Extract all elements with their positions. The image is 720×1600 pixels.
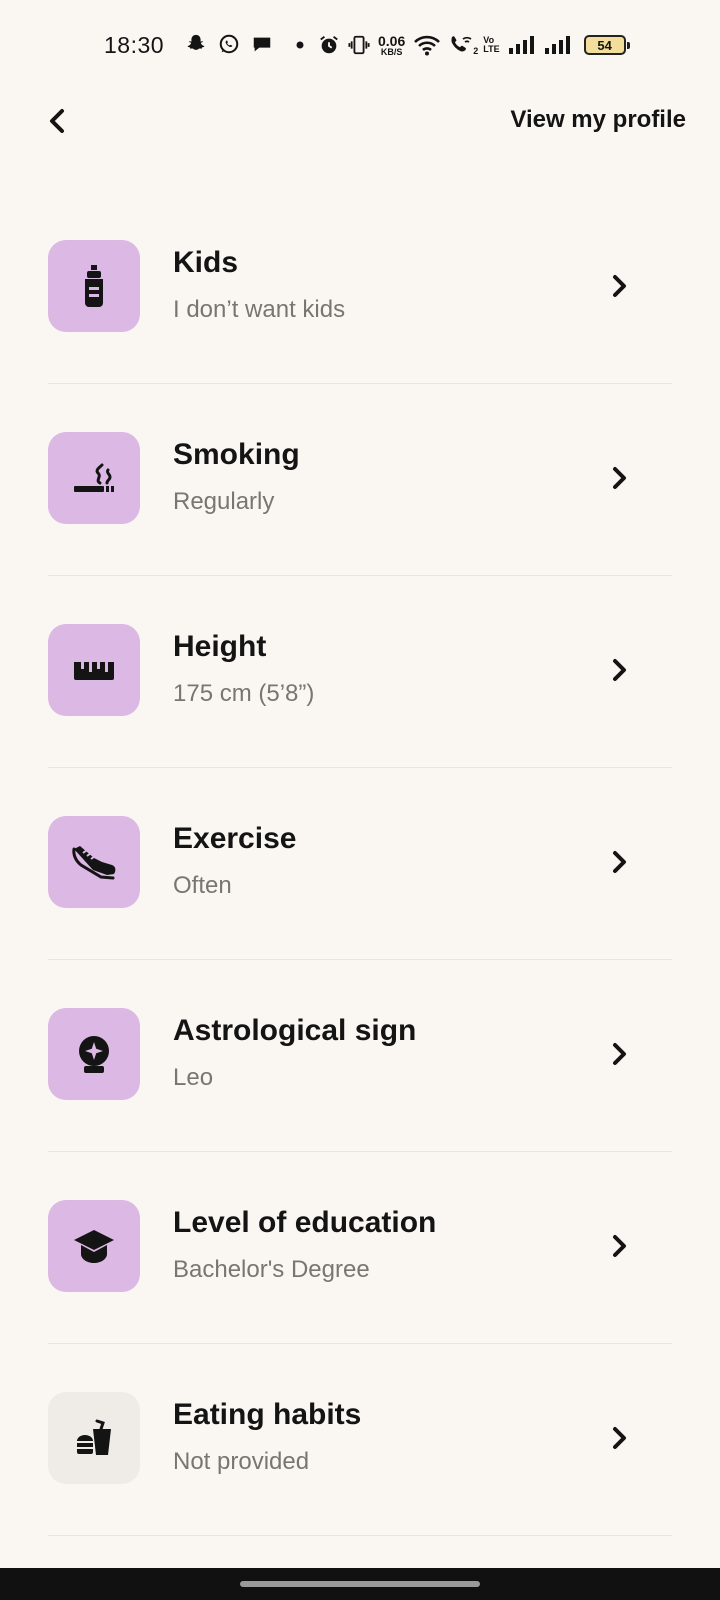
list-item-level-of-education[interactable]: Level of education Bachelor's Degree [48,1152,672,1344]
sim-badge: 2 [473,46,479,56]
list-item-smoking[interactable]: Smoking Regularly [48,384,672,576]
icon-tile [48,816,140,908]
item-title: Level of education [173,1206,437,1239]
status-left-icons [185,33,273,55]
screen: 18:30 0.06 KB/S 2 Vo LTE 54 View my prof… [0,0,720,1600]
status-bar: 18:30 0.06 KB/S 2 Vo LTE 54 [0,0,720,90]
item-title: Smoking [173,438,300,471]
item-title: Astrological sign [173,1014,417,1047]
item-title: Exercise [173,822,297,855]
alarm-icon [318,34,340,56]
home-indicator[interactable] [240,1581,480,1587]
header: View my profile [0,90,720,160]
item-value: Not provided [173,1448,310,1475]
vibrate-icon [348,34,370,56]
chevron-right-icon [608,848,632,876]
item-value: I don’t want kids [173,296,346,323]
signal-icon [508,35,536,55]
chevron-right-icon [608,1232,632,1260]
item-title: Kids [173,246,239,279]
item-title: Eating habits [173,1398,362,1431]
network-speed: 0.06 KB/S [378,34,405,57]
profile-attributes-list: Kids I don’t want kids Smoking Regularly [48,192,672,1536]
chevron-right-icon [608,1040,632,1068]
icon-tile [48,624,140,716]
list-item-height[interactable]: Height 175 cm (5’8”) [48,576,672,768]
volte-indicator: Vo LTE [483,36,499,53]
network-speed-value: 0.06 [378,32,406,49]
list-item-eating-habits[interactable]: Eating habits Not provided [48,1344,672,1536]
status-right-icons: 0.06 KB/S 2 Vo LTE 54 [296,30,630,60]
battery-indicator: 54 [583,35,630,55]
baby-bottle-icon [85,265,103,307]
ruler-icon [74,662,114,680]
chevron-right-icon [608,464,632,492]
chevron-right-icon [608,656,632,684]
item-value: Often [173,872,232,899]
whatsapp-icon [218,33,240,55]
snapchat-icon [185,33,207,55]
chevron-left-icon [50,109,64,133]
cigarette-icon [74,463,114,492]
item-value: Bachelor's Degree [173,1256,370,1283]
system-navigation-bar [0,1568,720,1600]
status-time: 18:30 [104,32,165,58]
dot-icon [296,41,304,49]
item-value: Leo [173,1064,214,1091]
graduation-cap-icon [74,1230,114,1263]
icon-tile [48,432,140,524]
chevron-right-icon [608,272,632,300]
back-button[interactable] [40,104,74,138]
view-my-profile-button[interactable]: View my profile [510,106,686,134]
icon-tile [48,1392,140,1484]
icon-tile [48,1008,140,1100]
crystal-ball-icon [79,1036,109,1073]
icon-tile [48,240,140,332]
item-title: Height [173,630,267,663]
chevron-right-icon [608,1424,632,1452]
icon-tile [48,1200,140,1292]
volte-bottom: LTE [483,44,500,54]
message-icon [251,33,273,55]
signal-icon [544,35,572,55]
item-value: 175 cm (5’8”) [173,680,315,707]
sneaker-icon [72,846,116,880]
wifi-icon [413,34,441,56]
item-value: Regularly [173,488,275,515]
network-speed-unit: KB/S [380,46,403,57]
wifi-call-icon: 2 [449,34,479,56]
list-item-kids[interactable]: Kids I don’t want kids [48,192,672,384]
fast-food-icon [77,1419,111,1455]
list-item-astrological-sign[interactable]: Astrological sign Leo [48,960,672,1152]
list-item-exercise[interactable]: Exercise Often [48,768,672,960]
